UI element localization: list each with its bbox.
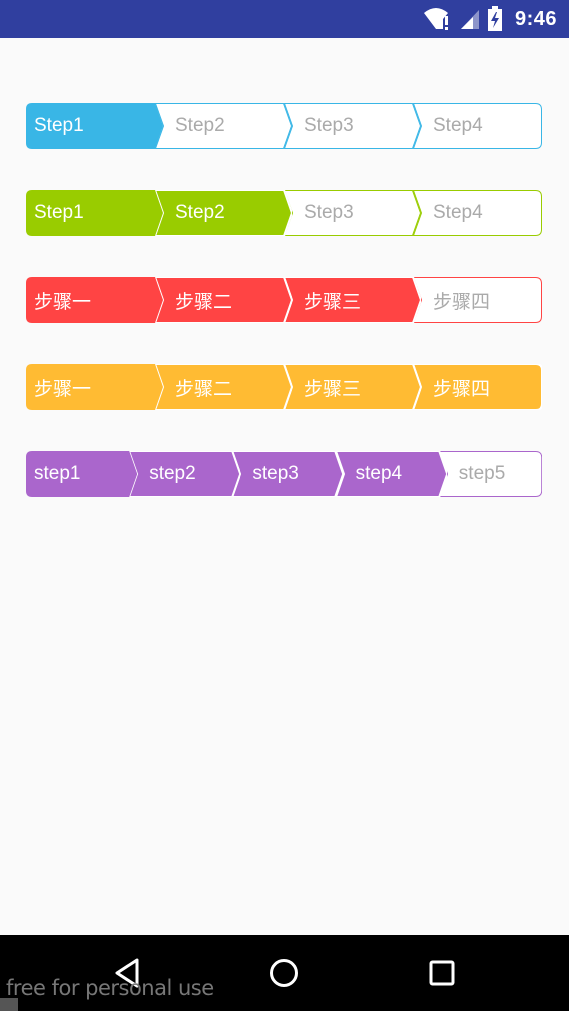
step-label: step5 [458,463,506,484]
step-label: 步骤四 [433,378,491,400]
step-item[interactable]: Step2 [155,190,292,236]
step-item[interactable]: Step3 [284,103,421,149]
step-label: Step2 [175,202,225,223]
step-bar: Step1 Step2 Step3 Step4 [26,190,542,236]
step-bar: 步骤一 步骤二 步骤三 步骤四 [26,277,542,323]
status-icons: 9:46 [423,0,557,38]
step-label: step2 [149,463,196,484]
step-bar: Step1 Step2 Step3 Step4 [26,103,542,149]
step-item[interactable]: step3 [232,451,344,497]
step-item[interactable]: Step4 [413,103,542,149]
step-label: Step1 [34,115,84,136]
step-item[interactable]: 步骤一 [26,364,163,410]
step-item[interactable]: step1 [26,451,138,497]
step-label: 步骤一 [34,378,92,400]
step-item[interactable]: 步骤三 [284,277,421,323]
step-item[interactable]: Step1 [26,190,163,236]
step-label: step4 [355,463,403,484]
step-item[interactable]: 步骤一 [26,277,163,323]
step-item[interactable]: Step2 [155,103,292,149]
step-label: 步骤一 [34,291,92,313]
step-item[interactable]: step5 [438,451,542,497]
main-content: Step1 Step2 Step3 Step4 Step1 Step2 Step3 Step4… [0,38,569,935]
step-label: 步骤二 [175,291,233,313]
step-bar: step1 step2 step3 step4 step5 [26,451,542,497]
wifi-alert-icon [423,7,453,31]
step-item[interactable]: 步骤二 [155,364,292,410]
step-label: step1 [34,463,81,484]
step-item[interactable]: step2 [129,451,241,497]
signal-icon [459,7,481,31]
status-time: 9:46 [514,7,557,30]
step-item[interactable]: 步骤四 [413,277,542,323]
step-item[interactable]: Step1 [26,103,163,149]
step-item[interactable]: 步骤三 [284,364,421,410]
step-label: Step3 [304,115,354,136]
recents-square-icon[interactable] [412,957,472,989]
step-label: Step4 [433,115,483,136]
battery-charging-icon [487,6,503,32]
step-item[interactable]: Step4 [413,190,542,236]
home-circle-icon[interactable] [254,957,314,989]
step-item[interactable]: step4 [335,451,447,497]
step-label: step3 [252,463,299,484]
status-bar: 9:46 [0,0,569,38]
step-bar: 步骤一 步骤二 步骤三 步骤四 [26,364,542,410]
step-item[interactable]: 步骤四 [413,364,542,410]
step-label: Step1 [34,202,84,223]
watermark-text: free for personal use [6,976,214,1000]
step-label: 步骤四 [433,291,491,313]
step-label: 步骤三 [304,291,362,313]
step-item[interactable]: Step3 [284,190,421,236]
step-label: Step3 [304,202,354,223]
step-item[interactable]: 步骤二 [155,277,292,323]
step-label: 步骤三 [304,378,362,400]
step-label: 步骤二 [175,378,233,400]
step-label: Step4 [433,202,483,223]
step-label: Step2 [175,115,225,136]
